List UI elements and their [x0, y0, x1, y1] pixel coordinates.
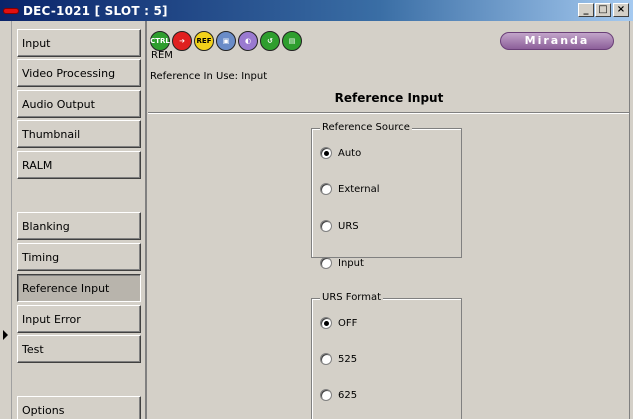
radio-button[interactable] [320, 183, 332, 195]
radio-button[interactable] [320, 147, 332, 159]
loop-icon[interactable]: ↺ [260, 31, 280, 51]
radio-label: 625 [338, 389, 358, 401]
radio-ref-input[interactable]: Input [320, 257, 364, 269]
radio-ref-auto[interactable]: Auto [320, 147, 361, 159]
toolbar: CTRL ➔ REF ▣ ◐ ↺ ▤ REM Miranda [148, 21, 630, 69]
urs-format-group: URS Format OFF 525 625 [311, 292, 462, 419]
app-icon [3, 7, 19, 14]
radio-button[interactable] [320, 317, 332, 329]
reference-in-use-status: Reference In Use: Input [150, 71, 268, 82]
miranda-logo: Miranda [500, 32, 614, 50]
sidebar-item-options[interactable]: Options [17, 396, 141, 419]
ref-icon[interactable]: REF [194, 31, 214, 51]
maximize-button[interactable]: □ [595, 3, 611, 17]
radio-label: OFF [338, 317, 358, 329]
monitor-icon[interactable]: ▣ [216, 31, 236, 51]
layers-icon[interactable]: ▤ [282, 31, 302, 51]
sidebar-item-ralm[interactable]: RALM [17, 151, 141, 179]
sidebar-item-timing[interactable]: Timing [17, 243, 141, 271]
page-title: Reference Input [334, 91, 444, 105]
sidebar-item-thumbnail[interactable]: Thumbnail [17, 120, 141, 148]
right-border [629, 21, 633, 419]
sidebar-item-blanking[interactable]: Blanking [17, 212, 141, 240]
sidebar-item-video-processing[interactable]: Video Processing [17, 59, 141, 87]
radio-urs-off[interactable]: OFF [320, 317, 357, 329]
title-divider [148, 112, 630, 114]
sidebar-item-audio-output[interactable]: Audio Output [17, 90, 141, 118]
radio-urs-625[interactable]: 625 [320, 389, 357, 401]
radio-label: Auto [338, 147, 362, 159]
radio-button[interactable] [320, 257, 332, 269]
ctrl-icon[interactable]: CTRL [150, 31, 170, 51]
sidebar-item-reference-input[interactable]: Reference Input [17, 274, 141, 302]
expand-arrow-icon[interactable] [3, 330, 8, 340]
radio-ref-external[interactable]: External [320, 183, 380, 195]
radio-button[interactable] [320, 220, 332, 232]
rem-label: REM [151, 50, 173, 61]
title-bar: DEC-1021 [ SLOT : 5] _ □ × [0, 0, 633, 21]
radio-ref-urs[interactable]: URS [320, 220, 359, 232]
radio-button[interactable] [320, 353, 332, 365]
radio-label: 525 [338, 353, 358, 365]
sidebar-item-input[interactable]: Input [17, 29, 141, 57]
sidebar-item-input-error[interactable]: Input Error [17, 305, 141, 333]
radio-urs-525[interactable]: 525 [320, 353, 357, 365]
reference-source-group: Reference Source Auto External URS Input [311, 122, 462, 269]
window-title: DEC-1021 [ SLOT : 5] [23, 3, 168, 18]
radio-label: Input [338, 257, 364, 269]
sidebar-item-test[interactable]: Test [17, 335, 141, 363]
radio-label: URS [338, 220, 359, 232]
reference-source-legend: Reference Source [320, 122, 412, 133]
arrow-icon[interactable]: ➔ [172, 31, 192, 51]
left-gutter [0, 21, 12, 419]
urs-format-legend: URS Format [320, 292, 384, 303]
close-button[interactable]: × [613, 3, 629, 17]
minimize-button[interactable]: _ [578, 3, 594, 17]
radio-button[interactable] [320, 389, 332, 401]
radio-label: External [338, 183, 380, 195]
audio-icon[interactable]: ◐ [238, 31, 258, 51]
window-controls: _ □ × [577, 3, 629, 17]
